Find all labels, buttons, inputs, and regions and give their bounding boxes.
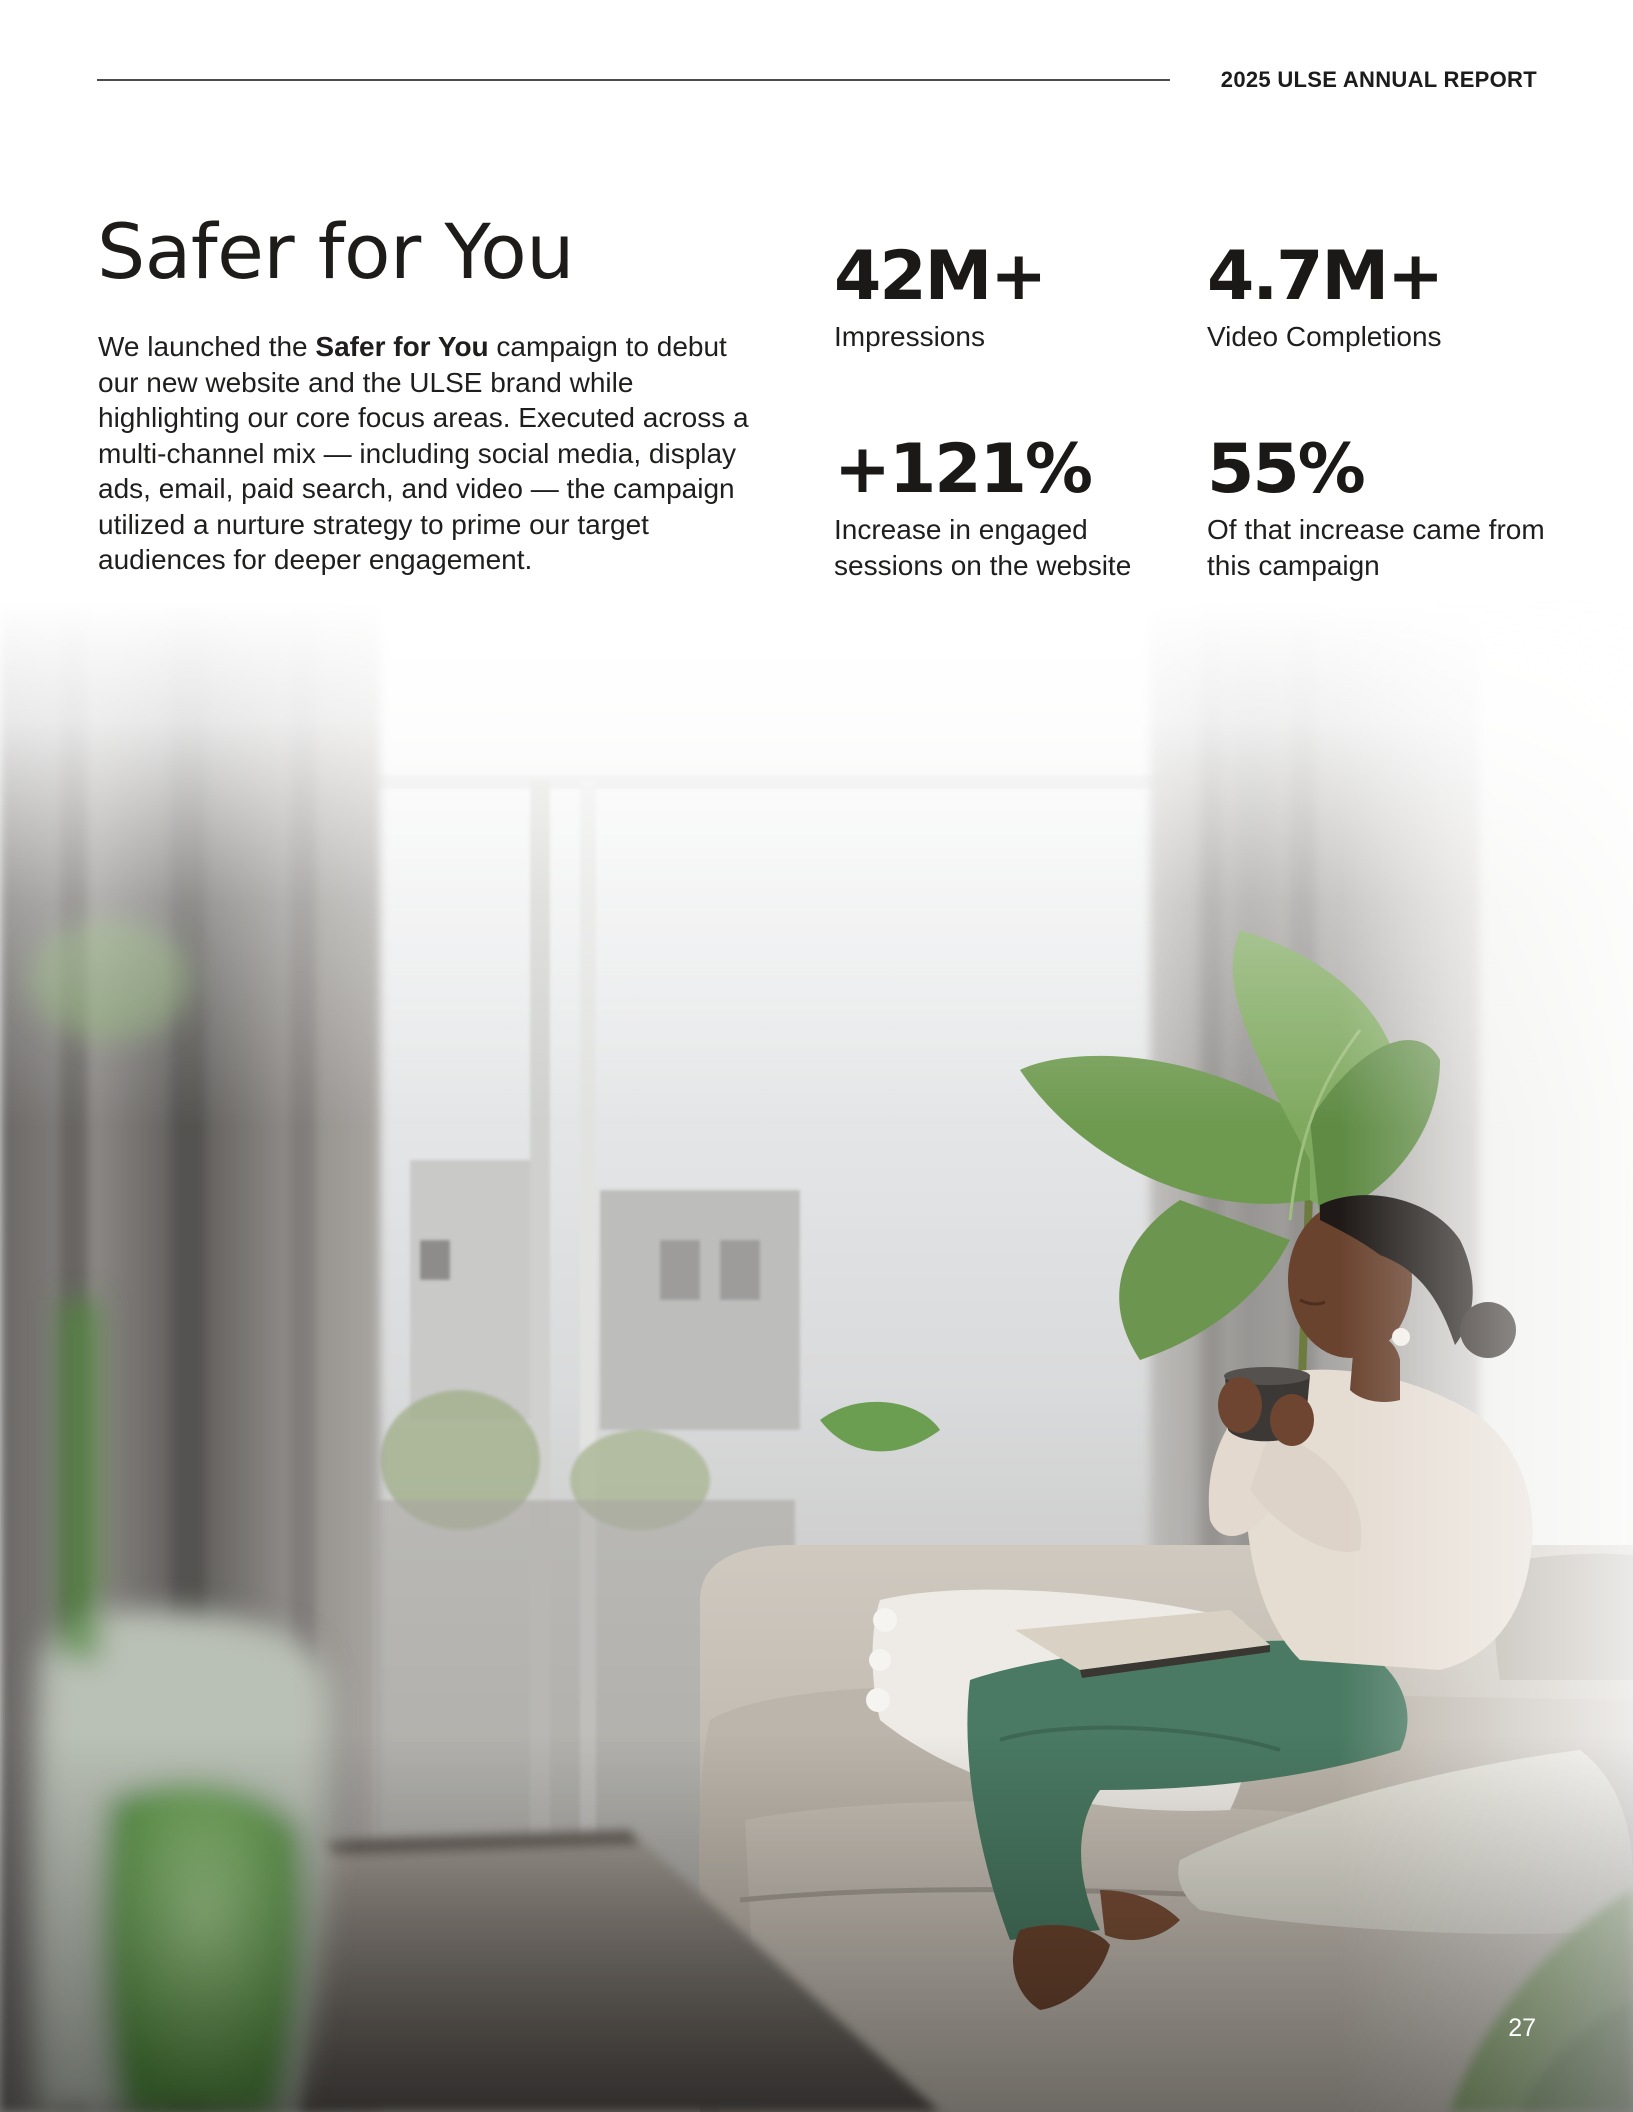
intro-campaign-name: Safer for You <box>315 331 489 362</box>
stat-label: Impressions <box>834 321 985 352</box>
stat-impressions: 42M+ Impressions <box>834 237 1174 355</box>
intro-text-start: We launched the <box>98 331 316 362</box>
report-page: 2025 ULSE ANNUAL REPORT Safer for You We… <box>0 0 1633 2112</box>
lifestyle-photo <box>0 600 1633 2112</box>
stat-value: 42M+ <box>834 237 1047 316</box>
page-title: Safer for You <box>97 207 574 296</box>
stat-label: Increase in engaged sessions on the webs… <box>834 514 1132 581</box>
stat-campaign-share: 55% Of that increase came from this camp… <box>1207 430 1547 584</box>
stat-label: Video Completions <box>1207 321 1442 352</box>
intro-paragraph: We launched the Safer for You campaign t… <box>98 329 758 578</box>
stat-label: Of that increase came from this campaign <box>1207 514 1545 581</box>
stat-value: 4.7M+ <box>1207 237 1444 316</box>
intro-text-end: campaign to debut our new website and th… <box>98 331 749 575</box>
stat-value: +121% <box>834 430 1093 509</box>
stat-value: 55% <box>1207 430 1366 509</box>
report-title-label: 2025 ULSE ANNUAL REPORT <box>1220 67 1537 92</box>
header-rule <box>97 79 1170 81</box>
stat-engaged-sessions: +121% Increase in engaged sessions on th… <box>834 430 1174 584</box>
page-number: 27 <box>1508 2014 1536 2042</box>
stat-video-completions: 4.7M+ Video Completions <box>1207 237 1547 355</box>
